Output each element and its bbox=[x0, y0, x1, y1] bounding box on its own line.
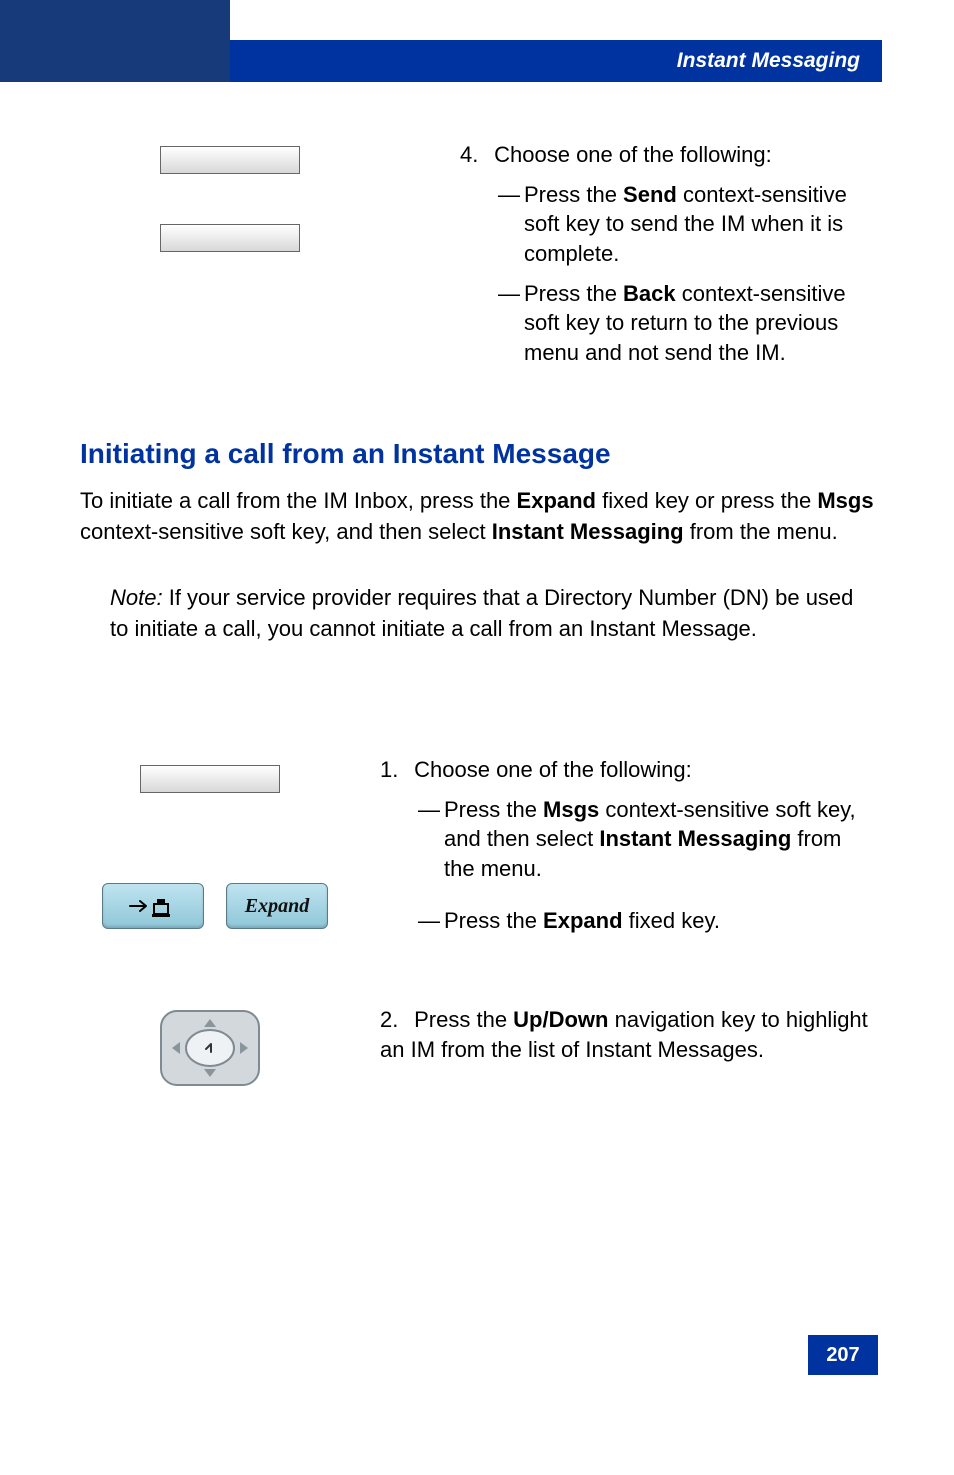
msgs-softkey-box bbox=[140, 765, 280, 793]
step-4-row: 4. Choose one of the following: — Press … bbox=[80, 140, 874, 368]
section-heading: Initiating a call from an Instant Messag… bbox=[80, 438, 874, 470]
expand-arrow-icon bbox=[128, 893, 178, 919]
expand-label-button: Expand bbox=[226, 883, 328, 929]
step-2-row: 2. Press the Up/Down navigation key to h… bbox=[80, 1005, 874, 1091]
navpad-icon bbox=[155, 1005, 265, 1091]
expand-hwbuttons: Expand bbox=[102, 883, 340, 929]
softkey-illustration-col bbox=[80, 140, 420, 252]
step-4-text: 4. Choose one of the following: — Press … bbox=[460, 140, 874, 368]
page-number: 207 bbox=[808, 1335, 878, 1375]
step-1-left-col: Expand bbox=[80, 755, 340, 929]
step-1-sub-2: — Press the Expand fixed key. bbox=[418, 906, 874, 936]
send-softkey-box bbox=[160, 146, 300, 174]
step-1-row: Expand 1. Choose one of the following: —… bbox=[80, 755, 874, 935]
page: Instant Messaging 4. Choose one of the f… bbox=[0, 0, 954, 1475]
left-margin-bar bbox=[0, 0, 230, 82]
step-2-left-col bbox=[80, 1005, 340, 1091]
note-paragraph: Note: If your service provider requires … bbox=[110, 583, 874, 645]
step-4-sub-2: — Press the Back context-sensitive soft … bbox=[498, 279, 874, 368]
step-2-text: 2. Press the Up/Down navigation key to h… bbox=[380, 1005, 874, 1064]
step-4-sub-1: — Press the Send context-sensitive soft … bbox=[498, 180, 874, 269]
step-1-lead: 1. Choose one of the following: bbox=[380, 755, 874, 785]
expand-arrow-button bbox=[102, 883, 204, 929]
header-title: Instant Messaging bbox=[677, 49, 860, 73]
header-bar: Instant Messaging bbox=[230, 40, 882, 82]
step-1-sub-1: — Press the Msgs context-sensitive soft … bbox=[418, 795, 874, 884]
content-area: 4. Choose one of the following: — Press … bbox=[80, 140, 874, 1091]
intro-paragraph: To initiate a call from the IM Inbox, pr… bbox=[80, 486, 874, 548]
step-1-text: 1. Choose one of the following: — Press … bbox=[380, 755, 874, 935]
step-4-lead: 4. Choose one of the following: bbox=[460, 140, 874, 170]
back-softkey-box bbox=[160, 224, 300, 252]
